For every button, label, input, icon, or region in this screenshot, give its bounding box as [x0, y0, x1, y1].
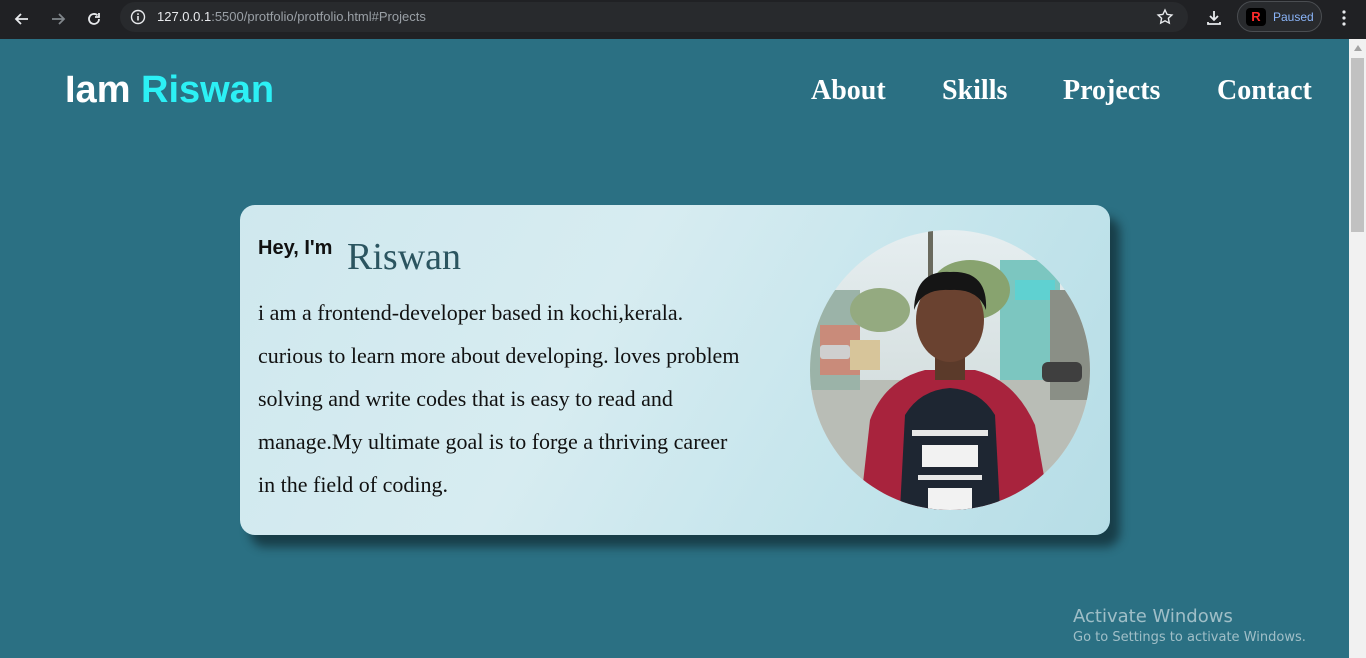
bio-line: solving and write codes that is easy to … [258, 386, 673, 411]
nav-skills[interactable]: Skills [942, 75, 1007, 107]
windows-activation-watermark: Activate Windows Go to Settings to activ… [1073, 606, 1306, 645]
forward-button[interactable] [45, 6, 71, 32]
watermark-title: Activate Windows [1073, 606, 1233, 627]
page-body: Iam Riswan About Skills Projects Contact… [0, 39, 1349, 658]
logo-name: Riswan [141, 69, 275, 111]
bookmark-star-icon[interactable] [1156, 8, 1174, 26]
browser-toolbar: 127.0.0.1:5500/protfolio/protfolio.html#… [0, 0, 1366, 39]
greeting: Hey, I'm [258, 237, 333, 259]
url-path: :5500/protfolio/protfolio.html#Projects [211, 9, 426, 24]
profile-photo [810, 230, 1090, 510]
profile-button[interactable]: R Paused [1237, 1, 1322, 32]
bio-line: in the field of coding. [258, 472, 449, 497]
reload-icon [88, 13, 100, 25]
site-info-icon[interactable] [130, 9, 146, 25]
nav-contact[interactable]: Contact [1217, 75, 1312, 107]
download-icon [1207, 11, 1221, 25]
profile-status: Paused [1273, 10, 1314, 24]
more-vert-icon [1342, 10, 1346, 26]
url-host: 127.0.0.1 [157, 9, 212, 24]
nav-about[interactable]: About [811, 75, 886, 107]
watermark-subtitle: Go to Settings to activate Windows. [1073, 630, 1306, 645]
bio-line: manage.My ultimate goal is to forge a th… [258, 429, 728, 454]
reload-button[interactable] [81, 6, 107, 32]
nav-projects[interactable]: Projects [1063, 75, 1160, 107]
arrow-left-icon [14, 13, 28, 25]
scrollbar-thumb[interactable] [1351, 58, 1364, 232]
bio-text: i am a frontend-developer based in kochi… [258, 291, 803, 506]
url-text[interactable]: 127.0.0.1:5500/protfolio/protfolio.html#… [157, 9, 426, 24]
triangle-up-icon [1353, 44, 1362, 51]
profile-avatar: R [1246, 8, 1266, 26]
intro-card: Hey, I'm Riswan i am a frontend-develope… [240, 205, 1110, 535]
hero-name: Riswan [347, 236, 461, 278]
browser-menu-button[interactable] [1334, 6, 1354, 30]
downloads-button[interactable] [1202, 6, 1226, 30]
page-scrollbar[interactable] [1349, 39, 1366, 658]
bio-line: i am a frontend-developer based in kochi… [258, 300, 684, 325]
site-logo[interactable]: Iam Riswan [65, 69, 274, 112]
bio-line: curious to learn more about developing. … [258, 343, 740, 368]
back-button[interactable] [9, 6, 35, 32]
arrow-right-icon [52, 13, 66, 25]
logo-prefix: Iam [65, 69, 131, 111]
address-bar[interactable]: 127.0.0.1:5500/protfolio/protfolio.html#… [120, 2, 1188, 32]
scroll-up-button[interactable] [1349, 39, 1366, 56]
